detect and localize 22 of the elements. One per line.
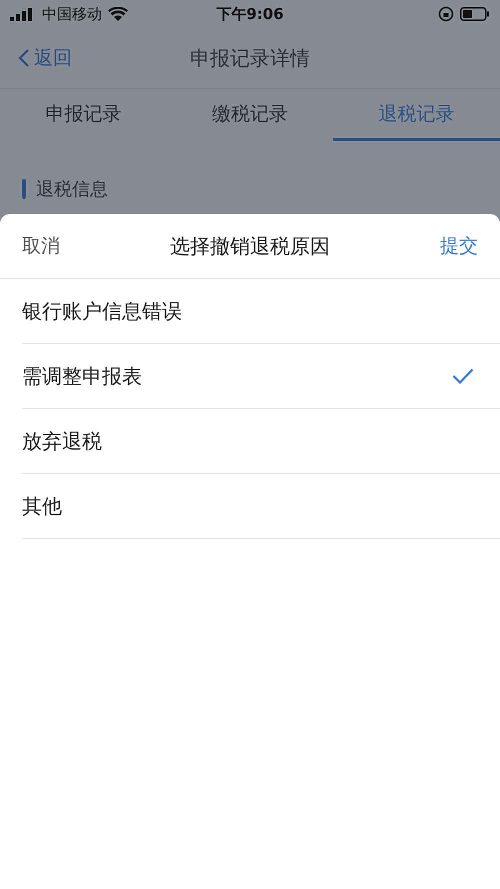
section-title: 退税信息: [36, 178, 108, 201]
reason-option[interactable]: 其他: [22, 474, 500, 539]
carrier-name: 中国移动: [42, 4, 102, 24]
tab[interactable]: 申报记录: [0, 89, 167, 141]
battery-icon: [460, 7, 490, 21]
tab[interactable]: 缴税记录: [166, 89, 334, 141]
page-title: 申报记录详情: [190, 46, 310, 70]
sheet-title: 选择撤销退税原因: [170, 232, 330, 260]
cancel-button[interactable]: 取消: [22, 233, 60, 259]
chevron-left-icon: [18, 48, 30, 68]
rotation-lock-icon: [438, 6, 454, 22]
option-label: 需调整申报表: [22, 362, 142, 390]
reason-option[interactable]: 需调整申报表: [22, 344, 500, 409]
section-marker: [22, 179, 26, 199]
submit-button[interactable]: 提交: [440, 233, 478, 259]
option-label: 其他: [22, 492, 62, 520]
reason-option[interactable]: 银行账户信息错误: [22, 279, 500, 344]
option-label: 放弃退税: [22, 428, 102, 454]
status-time: 下午9:06: [216, 4, 284, 24]
wifi-icon: [108, 7, 128, 21]
reason-option[interactable]: 放弃退税: [22, 409, 500, 474]
option-label: 银行账户信息错误: [22, 298, 182, 324]
